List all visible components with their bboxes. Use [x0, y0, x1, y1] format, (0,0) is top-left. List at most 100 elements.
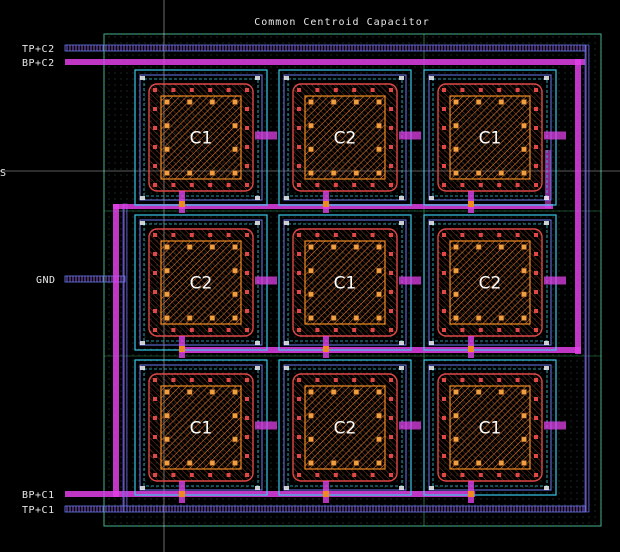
wire-bp-c2[interactable] — [65, 59, 585, 65]
plate-via — [330, 315, 337, 321]
plate-via — [353, 99, 360, 105]
contact-via — [468, 346, 474, 352]
contact-via — [352, 378, 357, 382]
contact-via — [442, 145, 446, 149]
contact-via — [226, 328, 231, 332]
contact-via — [370, 378, 375, 382]
plate-via — [330, 460, 337, 466]
contact-via — [153, 290, 157, 294]
contact-via — [297, 435, 301, 439]
layout-canvas[interactable]: Common Centroid Capacitor S TP+C2 BP+C2 … — [0, 0, 620, 552]
plate-via — [521, 412, 527, 419]
contact-via — [352, 183, 357, 187]
plate-via — [521, 436, 527, 443]
contact-via — [497, 378, 502, 382]
plate-via — [475, 389, 482, 395]
contact-via — [534, 145, 538, 149]
contact-via — [315, 183, 320, 187]
contact-via — [478, 183, 483, 187]
contact-via — [245, 145, 249, 149]
bus-tp-right[interactable] — [584, 44, 590, 513]
corner-mark — [544, 196, 549, 200]
capacitor-label: C2 — [334, 129, 357, 149]
contact-via — [534, 107, 538, 111]
corner-mark — [140, 486, 145, 490]
corner-mark — [140, 221, 145, 225]
contact-via — [352, 233, 357, 237]
contact-via — [315, 233, 320, 237]
contact-via — [153, 183, 157, 187]
plate-via — [308, 122, 314, 129]
contact-via — [297, 290, 301, 294]
corner-mark — [544, 341, 549, 345]
contact-via — [153, 107, 157, 111]
corner-mark — [255, 366, 260, 370]
contact-via — [515, 473, 520, 477]
wire-tp-c1[interactable] — [64, 505, 586, 513]
plate-via — [376, 99, 382, 105]
metal-strap — [544, 421, 566, 430]
contact-via — [245, 290, 249, 294]
contact-via — [171, 233, 176, 237]
contact-via — [245, 183, 249, 187]
capacitor-label: C2 — [334, 419, 357, 439]
capacitor-label: C1 — [190, 129, 213, 149]
contact-via — [468, 491, 474, 497]
contact-via — [389, 454, 393, 458]
contact-via — [179, 491, 185, 497]
plate-via — [521, 267, 527, 274]
contact-via — [534, 328, 538, 332]
contact-via — [297, 328, 301, 332]
bus-tp-left[interactable] — [122, 203, 128, 513]
capacitor-label: C1 — [479, 129, 502, 149]
contact-via — [389, 328, 393, 332]
contact-via — [497, 473, 502, 477]
contact-via — [442, 233, 446, 237]
contact-via — [179, 346, 185, 352]
contact-via — [226, 183, 231, 187]
plate-via — [308, 412, 314, 419]
contact-via — [370, 473, 375, 477]
metal-strap — [255, 421, 277, 430]
plate-via — [164, 170, 170, 176]
contact-via — [153, 416, 157, 420]
contact-via — [333, 233, 338, 237]
contact-via — [153, 271, 157, 275]
plate-via — [353, 389, 360, 395]
contact-via — [323, 201, 329, 207]
contact-via — [297, 233, 301, 237]
contact-via — [497, 233, 502, 237]
corner-mark — [255, 76, 260, 80]
corner-mark — [284, 196, 289, 200]
contact-via — [389, 88, 393, 92]
corner-mark — [140, 76, 145, 80]
contact-via — [389, 145, 393, 149]
contact-via — [389, 252, 393, 256]
plate-via — [353, 244, 360, 250]
contact-via — [534, 397, 538, 401]
plate-via — [308, 267, 314, 274]
plate-via — [308, 460, 314, 466]
contact-via — [189, 328, 194, 332]
contact-via — [153, 378, 157, 382]
contact-via — [370, 88, 375, 92]
bus-bp-c2-right[interactable] — [575, 59, 581, 354]
contact-via — [333, 378, 338, 382]
plate-via — [376, 170, 382, 176]
contact-via — [189, 378, 194, 382]
contact-via — [534, 164, 538, 168]
corner-mark — [544, 76, 549, 80]
corner-mark — [429, 486, 434, 490]
plate-via — [376, 244, 382, 250]
plate-via — [232, 244, 238, 250]
bus-bp-c1-left[interactable] — [113, 204, 119, 497]
wire-tp-c2[interactable] — [64, 44, 586, 52]
capacitor-label: C1 — [190, 419, 213, 439]
contact-via — [171, 88, 176, 92]
contact-via — [352, 328, 357, 332]
contact-via — [245, 454, 249, 458]
contact-via — [534, 473, 538, 477]
plate-via — [453, 291, 459, 298]
plate-via — [308, 436, 314, 443]
contact-via — [208, 233, 213, 237]
